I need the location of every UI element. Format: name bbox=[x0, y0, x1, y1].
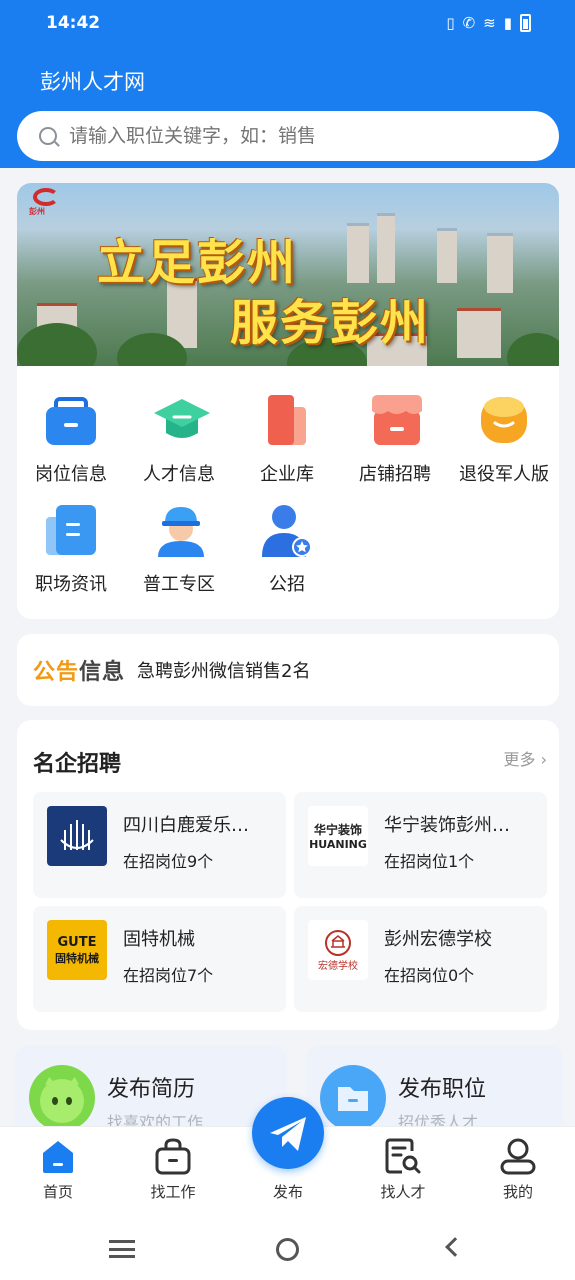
tab-publish[interactable]: 发布 bbox=[238, 1175, 338, 1202]
menu-item-talent[interactable]: 人才信息 bbox=[125, 393, 233, 486]
action-title: 发布简历 bbox=[107, 1077, 196, 1102]
company-jobs: 在招岗位0个 bbox=[384, 966, 475, 985]
company-logo: GUTE 固特机械 bbox=[47, 920, 107, 980]
publish-button[interactable] bbox=[252, 1097, 324, 1169]
menu-item-workers[interactable]: 普工专区 bbox=[125, 503, 233, 596]
news-icon bbox=[44, 503, 98, 557]
company-name: 固特机械 bbox=[123, 929, 195, 950]
company-jobs: 在招岗位1个 bbox=[384, 852, 475, 871]
search-input[interactable] bbox=[69, 125, 509, 147]
company-jobs: 在招岗位7个 bbox=[123, 966, 214, 985]
company-logo bbox=[47, 806, 107, 866]
briefcase-icon bbox=[44, 393, 98, 447]
section-title: 名企招聘 bbox=[33, 752, 122, 777]
company-card[interactable]: 宏德学校 彭州宏德学校 在招岗位0个 bbox=[294, 906, 547, 1012]
status-time: 14:42 bbox=[46, 13, 101, 33]
status-bar: 14:42 ▯ ✆ ≋ ▮ bbox=[0, 0, 575, 48]
company-card[interactable]: 四川白鹿爱乐… 在招岗位9个 bbox=[33, 792, 286, 898]
system-nav-bar bbox=[0, 1218, 575, 1280]
menu-item-shop-recruit[interactable]: 店铺招聘 bbox=[341, 393, 449, 486]
wifi-icon: ≋ bbox=[483, 14, 496, 32]
chevron-right-icon: › bbox=[540, 750, 547, 769]
company-card[interactable]: GUTE 固特机械 固特机械 在招岗位7个 bbox=[33, 906, 286, 1012]
tab-find-talent[interactable]: 找人才 bbox=[353, 1137, 453, 1202]
user-icon bbox=[499, 1137, 537, 1175]
search-bar[interactable] bbox=[17, 111, 559, 161]
resume-mascot-icon bbox=[29, 1065, 95, 1131]
notice-text[interactable]: 急聘彭州微信销售2名 bbox=[137, 657, 310, 683]
graduation-cap-icon bbox=[152, 393, 210, 447]
search-icon bbox=[39, 127, 57, 145]
main-card: 彭州 立足彭州 服务彭州 岗位信息 人才信息 企业库 店铺招聘 退役军人版 职场… bbox=[17, 183, 559, 619]
company-name: 华宁装饰彭州… bbox=[384, 815, 510, 836]
notice-logo: 公告信息 bbox=[33, 660, 126, 685]
folder-icon bbox=[320, 1065, 386, 1131]
more-link[interactable]: 更多 › bbox=[503, 746, 547, 770]
home-icon bbox=[39, 1137, 77, 1175]
worker-helmet-icon bbox=[152, 503, 206, 557]
veteran-icon bbox=[477, 393, 531, 447]
banner-logo: 彭州 bbox=[29, 188, 67, 218]
status-icons: ▯ ✆ ≋ ▮ bbox=[446, 13, 531, 33]
shop-icon bbox=[368, 393, 422, 447]
resume-search-icon bbox=[384, 1137, 422, 1175]
menu-item-public-recruit[interactable]: 公招 bbox=[233, 503, 341, 596]
menu-item-companies[interactable]: 企业库 bbox=[233, 393, 341, 486]
header: 14:42 ▯ ✆ ≋ ▮ 彭州人才网 bbox=[0, 0, 575, 168]
famous-companies-section: 名企招聘 更多 › 四川白鹿爱乐… 在招岗位9个 华宁装饰 HUANING 华宁… bbox=[17, 720, 559, 1030]
menu-item-veteran[interactable]: 退役军人版 bbox=[449, 393, 559, 486]
banner[interactable]: 彭州 立足彭州 服务彭州 bbox=[17, 183, 559, 366]
signal-icon: ▮ bbox=[503, 14, 512, 32]
action-title: 发布职位 bbox=[398, 1077, 487, 1102]
back-icon[interactable] bbox=[445, 1237, 465, 1257]
company-card-icon bbox=[260, 393, 314, 447]
tab-mine[interactable]: 我的 bbox=[468, 1137, 568, 1202]
home-circle-icon[interactable] bbox=[276, 1238, 299, 1261]
job-bag-icon bbox=[154, 1137, 192, 1175]
send-icon bbox=[270, 1117, 306, 1151]
banner-slogan-line2: 服务彭州 bbox=[230, 295, 431, 351]
company-name: 彭州宏德学校 bbox=[384, 929, 492, 950]
tab-home[interactable]: 首页 bbox=[8, 1137, 108, 1202]
battery-icon bbox=[520, 14, 531, 32]
company-jobs: 在招岗位9个 bbox=[123, 852, 214, 871]
menu-item-news[interactable]: 职场资讯 bbox=[17, 503, 125, 596]
person-star-icon bbox=[260, 503, 314, 557]
company-logo: 华宁装饰 HUANING bbox=[308, 806, 368, 866]
company-logo: 宏德学校 bbox=[308, 920, 368, 980]
notice-bar[interactable]: 公告信息 急聘彭州微信销售2名 bbox=[17, 634, 559, 706]
company-name: 四川白鹿爱乐… bbox=[123, 815, 249, 836]
call-icon: ✆ bbox=[462, 14, 476, 32]
menu-icon[interactable] bbox=[109, 1240, 135, 1258]
menu-item-jobs[interactable]: 岗位信息 bbox=[17, 393, 125, 486]
vibrate-icon: ▯ bbox=[446, 14, 455, 32]
company-card[interactable]: 华宁装饰 HUANING 华宁装饰彭州… 在招岗位1个 bbox=[294, 792, 547, 898]
tab-find-job[interactable]: 找工作 bbox=[123, 1137, 223, 1202]
app-title: 彭州人才网 bbox=[40, 70, 145, 94]
